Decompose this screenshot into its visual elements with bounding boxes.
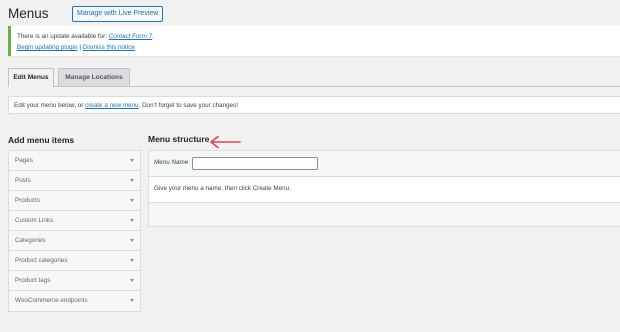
begin-updating-link[interactable]: Begin updating plugin	[17, 44, 78, 51]
accordion-item-label: Product tags	[15, 277, 51, 284]
menu-structure-box: Menu Name Give your menu a name, then cl…	[148, 150, 620, 227]
page-title: Menus	[8, 6, 49, 21]
accordion-item-custom-links[interactable]: Custom Links	[9, 211, 140, 231]
add-menu-items-heading: Add menu items	[8, 135, 75, 145]
menu-intro: Edit your menu below, or create a new me…	[8, 96, 620, 114]
notice-period: .	[152, 33, 154, 40]
update-notice: There is an update available for: Contac…	[8, 26, 620, 56]
menu-footer	[149, 203, 620, 226]
intro-text-suffix: . Don’t forget to save your changes!	[138, 102, 239, 109]
accordion-item-product-tags[interactable]: Product tags	[9, 271, 140, 291]
annotation-arrow-icon	[210, 135, 241, 149]
accordion-item-products[interactable]: Products	[9, 191, 140, 211]
caret-down-icon	[130, 259, 134, 262]
accordion-item-label: Posts	[15, 177, 31, 184]
accordion-item-woocommerce-endpoints[interactable]: WooCommerce endpoints	[9, 291, 140, 311]
add-menu-items-accordion: Pages Posts Products Custom Links Catego…	[8, 150, 141, 312]
caret-down-icon	[130, 219, 134, 222]
notice-line-2: Begin updating plugin | Dismiss this not…	[17, 42, 620, 53]
intro-text: Edit your menu below, or	[14, 102, 86, 109]
caret-down-icon	[130, 159, 134, 162]
accordion-item-posts[interactable]: Posts	[9, 171, 140, 191]
tab-manage-locations[interactable]: Manage Locations	[58, 68, 130, 86]
nav-tabs: Edit Menus Manage Locations	[8, 68, 620, 87]
accordion-item-pages[interactable]: Pages	[9, 151, 140, 171]
menu-header: Menu Name	[149, 151, 620, 177]
accordion-item-categories[interactable]: Categories	[9, 231, 140, 251]
tab-edit-menus[interactable]: Edit Menus	[8, 68, 54, 87]
contact-form-7-link[interactable]: Contact Form 7	[109, 33, 152, 40]
accordion-item-label: Categories	[15, 237, 46, 244]
create-new-menu-link[interactable]: create a new menu	[85, 102, 139, 109]
dismiss-notice-link[interactable]: Dismiss this notice	[83, 44, 135, 51]
accordion-item-product-categories[interactable]: Product categories	[9, 251, 140, 271]
caret-down-icon	[130, 199, 134, 202]
accordion-item-label: Products	[15, 197, 40, 204]
caret-down-icon	[130, 299, 134, 302]
manage-live-preview-button[interactable]: Manage with Live Preview	[72, 6, 164, 22]
menu-structure-heading: Menu structure	[148, 134, 210, 144]
accordion-item-label: Custom Links	[15, 217, 54, 224]
accordion-item-label: Pages	[15, 157, 33, 164]
caret-down-icon	[130, 179, 134, 182]
notice-text: There is an update available for:	[17, 33, 109, 40]
menu-name-input[interactable]	[192, 157, 318, 170]
notice-line-1: There is an update available for: Contac…	[17, 31, 620, 42]
menu-instructions: Give your menu a name, then click Create…	[149, 177, 620, 203]
accordion-item-label: WooCommerce endpoints	[15, 297, 88, 304]
menu-name-label: Menu Name	[154, 159, 189, 166]
accordion-item-label: Product categories	[15, 257, 68, 264]
caret-down-icon	[130, 279, 134, 282]
caret-down-icon	[130, 239, 134, 242]
